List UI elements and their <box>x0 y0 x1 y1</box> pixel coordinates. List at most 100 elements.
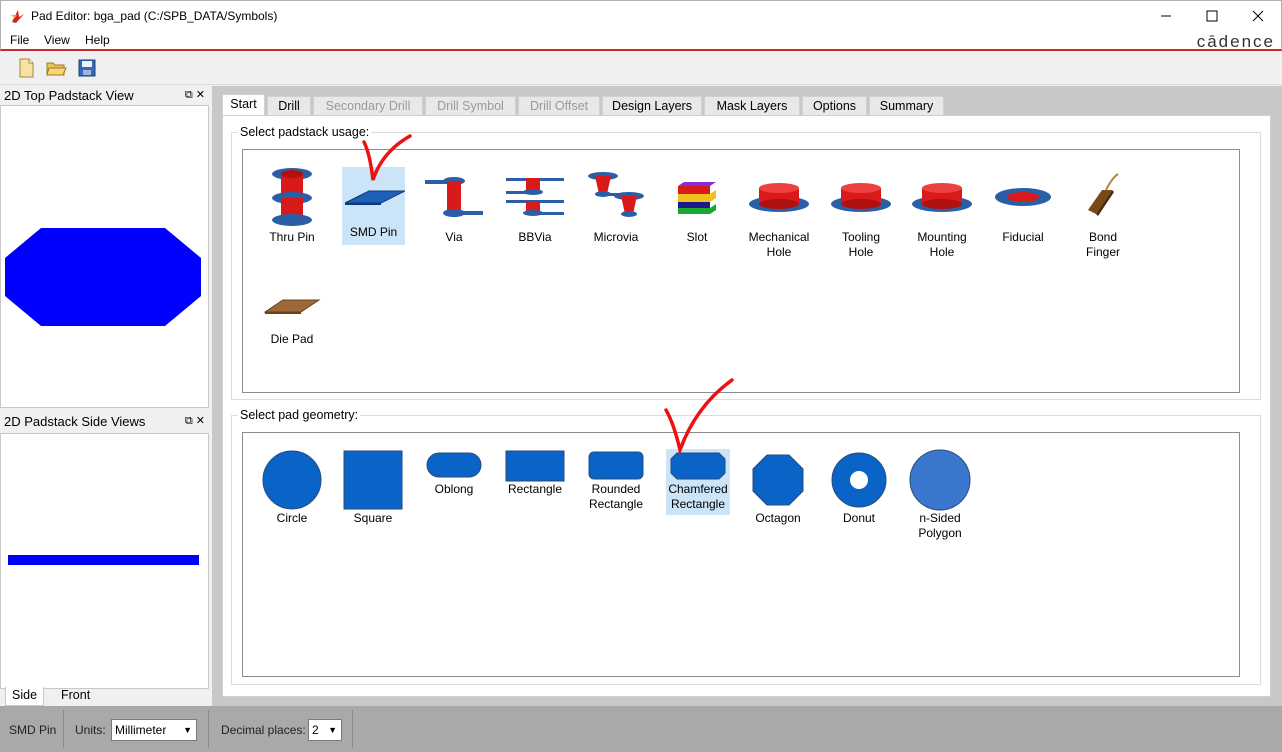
square-icon <box>343 450 403 510</box>
tab-drill-symbol[interactable]: Drill Symbol <box>425 96 516 115</box>
dock-controls[interactable]: ⧉ ✕ <box>185 86 205 105</box>
maximize-icon <box>1206 10 1218 22</box>
geometry-donut[interactable]: Donut <box>828 449 890 526</box>
status-mode: SMD Pin <box>9 723 57 737</box>
top-padstack-view-panel: 2D Top Padstack View ⧉ ✕ <box>0 86 209 408</box>
tab-drill[interactable]: Drill <box>267 96 311 115</box>
fiducial-icon <box>995 188 1051 206</box>
status-bar: SMD Pin Units: Millimeter ▼ Decimal plac… <box>0 706 1282 752</box>
thru-pin-icon <box>272 168 312 226</box>
usage-tooling-hole[interactable]: Tooling Hole <box>825 164 897 260</box>
usage-label: Via <box>445 230 463 244</box>
minimize-icon <box>1161 15 1171 17</box>
geometry-label: Rectangle <box>507 482 563 496</box>
usage-via[interactable]: Via <box>423 164 485 245</box>
menu-file[interactable]: File <box>10 33 29 47</box>
side-padstack-view-panel: 2D Padstack Side Views ⧉ ✕ <box>0 412 209 689</box>
usage-group-label: Select padstack usage: <box>238 125 372 139</box>
usage-bond-finger[interactable]: Bond Finger <box>1071 164 1135 260</box>
usage-label: SMD Pin <box>349 225 398 239</box>
geometry-circle[interactable]: Circle <box>261 449 323 526</box>
tab-side[interactable]: Side <box>5 687 45 706</box>
usage-label: Die Pad <box>270 332 314 346</box>
usage-label: Slot <box>686 230 708 244</box>
usage-microvia[interactable]: Microvia <box>585 164 647 245</box>
geometry-square[interactable]: Square <box>342 449 404 526</box>
side-view-canvas <box>0 433 209 689</box>
usage-thru-pin[interactable]: Thru Pin <box>261 164 323 245</box>
annotation-check-icon <box>664 378 734 454</box>
tab-drill-offset[interactable]: Drill Offset <box>518 96 600 115</box>
minimize-button[interactable] <box>1143 1 1189 31</box>
rounded-rectangle-icon <box>588 451 644 480</box>
menu-view[interactable]: View <box>44 33 70 47</box>
donut-icon <box>831 452 887 508</box>
side-view-pad <box>8 555 199 565</box>
geometry-chamfered-rectangle[interactable]: Chamfered Rectangle <box>666 449 730 515</box>
geometry-rounded-rectangle[interactable]: Rounded Rectangle <box>585 449 647 512</box>
geometry-label: Chamfered Rectangle <box>668 482 728 511</box>
geometry-list: Circle Square Oblong Rectangle Rounded R… <box>242 432 1240 677</box>
tooling-hole-icon <box>831 183 891 212</box>
menu-bar: File View Help cādence <box>0 31 1282 51</box>
bond-finger-icon <box>1088 173 1119 216</box>
geometry-oblong[interactable]: Oblong <box>423 449 485 497</box>
usage-label: Microvia <box>593 230 639 244</box>
die-pad-icon <box>263 299 321 314</box>
top-view-shape <box>5 228 201 326</box>
close-button[interactable] <box>1235 1 1281 31</box>
oblong-icon <box>426 452 482 478</box>
geometry-label: Rounded Rectangle <box>588 482 644 511</box>
circle-icon <box>262 450 322 510</box>
mechanical-hole-icon <box>749 183 809 212</box>
save-icon[interactable] <box>76 57 98 79</box>
tab-design-layers[interactable]: Design Layers <box>602 96 702 115</box>
tab-start[interactable]: Start <box>222 94 265 116</box>
geometry-n-sided-polygon[interactable]: n-Sided Polygon <box>909 449 971 541</box>
tab-mask-layers[interactable]: Mask Layers <box>704 96 800 115</box>
new-file-icon[interactable] <box>15 57 37 79</box>
usage-mounting-hole[interactable]: Mounting Hole <box>906 164 978 260</box>
maximize-button[interactable] <box>1189 1 1235 31</box>
geometry-label: Donut <box>842 511 876 525</box>
geometry-label: Oblong <box>434 482 474 496</box>
chevron-down-icon: ▼ <box>183 725 192 735</box>
tab-front[interactable]: Front <box>55 687 96 706</box>
usage-fiducial[interactable]: Fiducial <box>988 164 1058 245</box>
geometry-label: n-Sided Polygon <box>918 511 962 540</box>
usage-label: Mounting Hole <box>917 230 967 259</box>
rectangle-icon <box>505 450 565 482</box>
close-icon <box>1252 10 1264 22</box>
usage-mechanical-hole[interactable]: Mechanical Hole <box>743 164 815 260</box>
cadence-logo: cādence <box>1196 32 1275 51</box>
geometry-label: Octagon <box>755 511 801 525</box>
window-title: Pad Editor: bga_pad (C:/SPB_DATA/Symbols… <box>31 9 278 23</box>
units-select[interactable]: Millimeter ▼ <box>111 719 197 741</box>
start-page: Select padstack usage: Thru Pin SMD Pin … <box>222 115 1271 697</box>
slot-icon <box>678 182 716 214</box>
usage-slot[interactable]: Slot <box>666 164 728 245</box>
geometry-rectangle[interactable]: Rectangle <box>504 449 566 497</box>
octagon-icon <box>752 454 804 506</box>
usage-label: BBVia <box>518 230 552 244</box>
open-folder-icon[interactable] <box>45 57 67 79</box>
usage-label: Bond Finger <box>1085 230 1120 259</box>
usage-die-pad[interactable]: Die Pad <box>261 276 323 347</box>
annotation-check-icon <box>362 134 412 181</box>
side-view-tabs: Side Front <box>0 687 209 706</box>
dock-controls[interactable]: ⧉ ✕ <box>185 412 205 431</box>
toolbar <box>0 52 1282 85</box>
tab-options[interactable]: Options <box>802 96 867 115</box>
tab-secondary-drill[interactable]: Secondary Drill <box>313 96 423 115</box>
mounting-hole-icon <box>912 183 972 212</box>
n-sided-polygon-icon <box>909 449 971 511</box>
side-view-title: 2D Padstack Side Views <box>4 414 146 429</box>
geometry-octagon[interactable]: Octagon <box>747 449 809 526</box>
geometry-group-label: Select pad geometry: <box>238 408 361 422</box>
menu-help[interactable]: Help <box>85 33 110 47</box>
chevron-down-icon: ▼ <box>328 725 337 735</box>
tab-summary[interactable]: Summary <box>869 96 944 115</box>
decimal-places-select[interactable]: 2 ▼ <box>308 719 342 741</box>
top-view-title: 2D Top Padstack View <box>4 88 134 103</box>
usage-bbvia[interactable]: BBVia <box>504 164 566 245</box>
